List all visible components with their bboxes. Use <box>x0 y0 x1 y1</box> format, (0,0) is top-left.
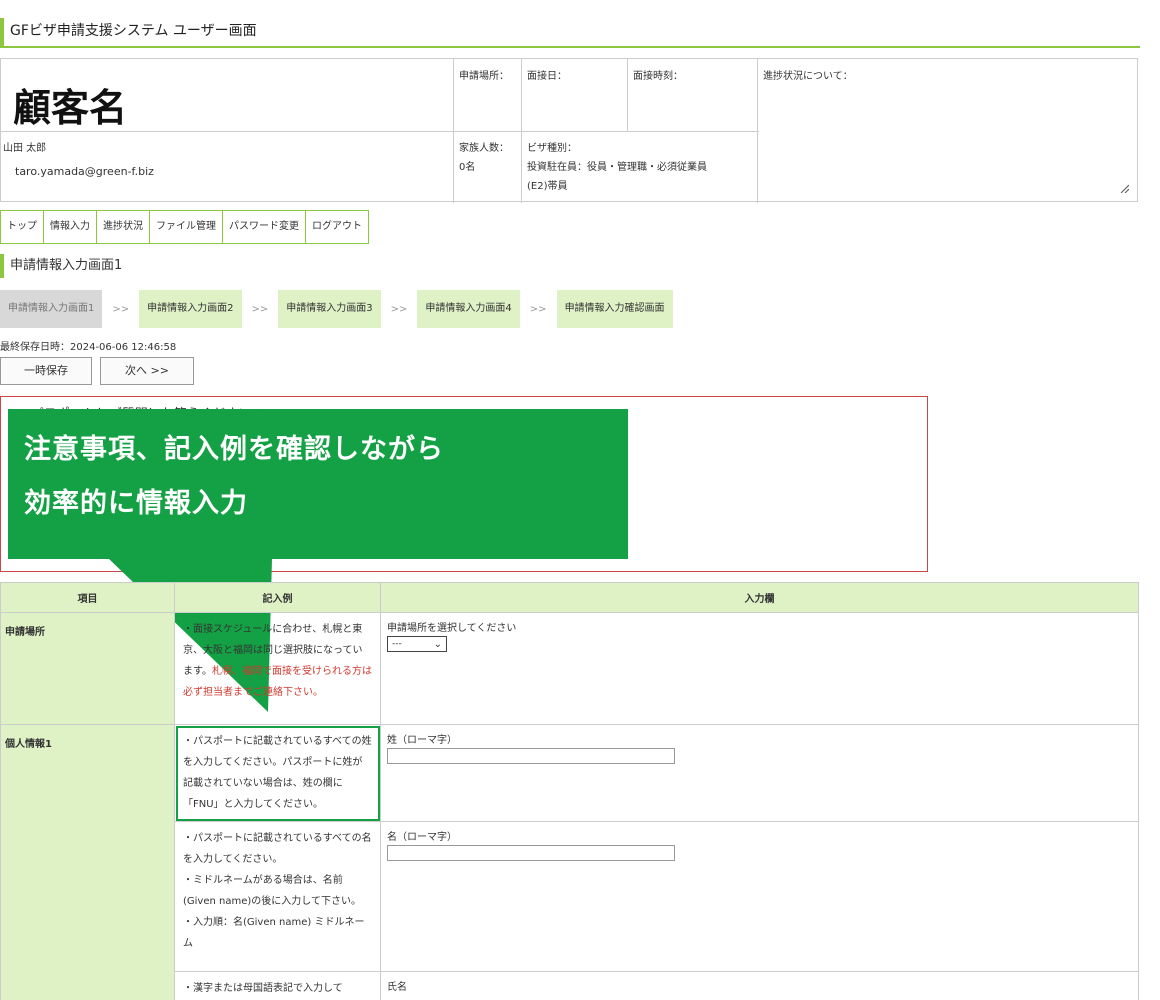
visa-type-value-2: (E2)帯員 <box>527 181 568 192</box>
input-surname: 姓（ローマ字） <box>380 724 1139 822</box>
progress-note-label: 進捗状況について： <box>763 71 853 82</box>
step-separator: >> <box>529 303 547 315</box>
customer-header: 顧客名 申請場所： 面接日： 面接時刻： 進捗状況について： 山田 太郎 tar… <box>0 58 1138 203</box>
input-form-table: 項目 記入例 入力欄 申請場所 ・面接スケジュールに合わせ、札幌と東京、大阪と福… <box>0 582 1139 1000</box>
visa-type-label: ビザ種別： <box>527 143 577 154</box>
header-divider <box>453 59 454 203</box>
example-warning-text: 札幌、福岡で面接を受けられる方は必ず担当者までご連絡下さい。 <box>183 666 372 698</box>
step-separator: >> <box>112 303 130 315</box>
callout-line-2: 効率的に情報入力 <box>24 488 248 519</box>
interview-date-label: 面接日： <box>527 71 567 82</box>
last-saved-timestamp: 最終保存日時：2024-06-06 12:46:58 <box>0 342 177 353</box>
header-divider <box>521 59 522 203</box>
step-2[interactable]: 申請情報入力画面2 <box>139 290 242 328</box>
given-name-input[interactable] <box>387 845 675 861</box>
header-divider <box>1 131 759 132</box>
full-name-input-label: 氏名 <box>387 982 407 993</box>
column-header-input: 入力欄 <box>380 582 1139 613</box>
step-separator: >> <box>390 303 408 315</box>
apply-place-select[interactable]: --- ⌄ <box>387 636 447 652</box>
given-name-input-label: 名（ローマ字） <box>387 832 457 843</box>
family-value: 0名 <box>459 162 476 173</box>
temp-save-button[interactable]: 一時保存 <box>0 357 92 385</box>
step-separator: >> <box>251 303 269 315</box>
header-divider <box>627 59 628 131</box>
nav-progress[interactable]: 進捗状況 <box>97 210 150 244</box>
row-label-apply-place: 申請場所 <box>0 612 175 725</box>
customer-name-label: 顧客名 <box>13 86 128 130</box>
nav-logout[interactable]: ログアウト <box>306 210 369 244</box>
surname-input[interactable] <box>387 748 675 764</box>
resize-grip-icon[interactable] <box>1119 183 1129 193</box>
surname-input-label: 姓（ローマ字） <box>387 735 457 746</box>
input-full-name: 氏名 <box>380 971 1139 1000</box>
step-progress: 申請情報入力画面1 >> 申請情報入力画面2 >> 申請情報入力画面3 >> 申… <box>0 290 673 328</box>
nav-top[interactable]: トップ <box>0 210 44 244</box>
nav-password-change[interactable]: パスワード変更 <box>223 210 306 244</box>
step-3[interactable]: 申請情報入力画面3 <box>278 290 381 328</box>
input-apply-place: 申請場所を選択してください --- ⌄ <box>380 612 1139 725</box>
page-title: 申請情報入力画面1 <box>0 254 122 278</box>
apply-place-label: 申請場所： <box>459 71 509 82</box>
user-name: 山田 太郎 <box>3 143 47 154</box>
row-label-personal-info-1: 個人情報1 <box>0 724 175 1000</box>
family-label: 家族人数： <box>459 143 509 154</box>
nav-file-management[interactable]: ファイル管理 <box>150 210 223 244</box>
column-header-example: 記入例 <box>174 582 381 613</box>
step-1[interactable]: 申請情報入力画面1 <box>0 290 103 328</box>
column-header-item: 項目 <box>0 582 175 613</box>
chevron-down-icon: ⌄ <box>433 639 442 650</box>
app-title: GFビザ申請支援システム ユーザー画面 <box>0 18 1140 48</box>
apply-place-select-value: --- <box>392 639 402 649</box>
nav-info-input[interactable]: 情報入力 <box>44 210 97 244</box>
step-confirm[interactable]: 申請情報入力確認画面 <box>556 290 673 328</box>
example-full-name: ・漢字または母国語表記で入力して <box>174 971 381 1000</box>
step-4[interactable]: 申請情報入力画面4 <box>417 290 520 328</box>
header-divider <box>757 59 758 203</box>
main-nav: トップ 情報入力 進捗状況 ファイル管理 パスワード変更 ログアウト <box>0 210 369 244</box>
visa-type-value: 投資駐在員：役員・管理職・必須従業員 <box>527 162 707 173</box>
next-button[interactable]: 次へ >> <box>100 357 194 385</box>
example-given-name: ・パスポートに記載されているすべての名を入力してください。 ・ミドルネームがある… <box>174 821 381 972</box>
callout-line-1: 注意事項、記入例を確認しながら <box>24 434 444 465</box>
callout-banner: 注意事項、記入例を確認しながら 効率的に情報入力 <box>8 409 628 559</box>
example-surname: ・パスポートに記載されているすべての姓を入力してください。パスポートに姓が記載さ… <box>174 724 381 822</box>
interview-time-label: 面接時刻： <box>633 71 683 82</box>
user-email: taro.yamada@green-f.biz <box>15 165 154 178</box>
example-apply-place: ・面接スケジュールに合わせ、札幌と東京、大阪と福岡は同じ選択肢になっています。札… <box>174 612 381 725</box>
apply-place-input-label: 申請場所を選択してください <box>387 623 517 634</box>
input-given-name: 名（ローマ字） <box>380 821 1139 972</box>
